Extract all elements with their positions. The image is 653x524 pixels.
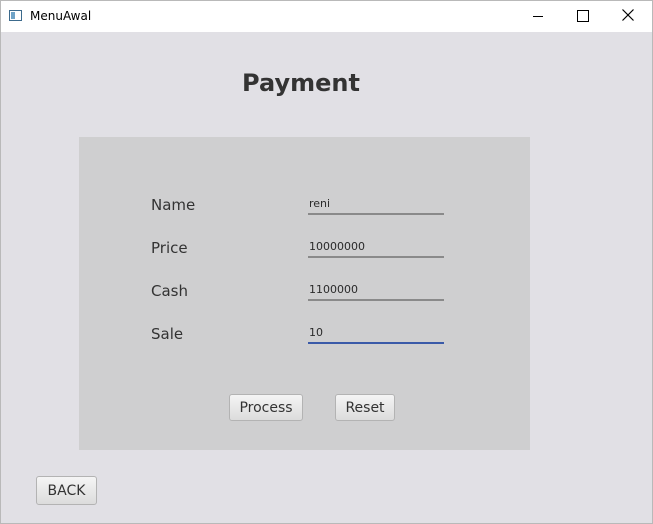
app-window: MenuAwal Payment Name Price Cash Sale Pr… [0, 0, 653, 524]
cash-label: Cash [151, 282, 188, 300]
window-title: MenuAwal [30, 9, 92, 23]
back-button[interactable]: BACK [36, 476, 97, 505]
title-bar[interactable]: MenuAwal [1, 1, 652, 32]
sale-field[interactable] [308, 322, 444, 344]
cash-field[interactable] [308, 279, 444, 301]
content-area: Payment Name Price Cash Sale Process Res… [1, 32, 652, 523]
process-button[interactable]: Process [229, 394, 303, 421]
maximize-button[interactable] [559, 1, 605, 32]
page-title: Payment [242, 69, 360, 97]
name-field[interactable] [308, 193, 444, 215]
app-window-icon [9, 10, 22, 21]
close-button[interactable] [605, 1, 651, 32]
reset-button[interactable]: Reset [335, 394, 395, 421]
minimize-button[interactable] [514, 1, 560, 32]
sale-label: Sale [151, 325, 184, 343]
name-label: Name [151, 196, 196, 214]
payment-form-panel: Name Price Cash Sale Process Reset [79, 137, 530, 450]
price-field[interactable] [308, 236, 444, 258]
close-icon [622, 9, 634, 21]
price-label: Price [151, 239, 188, 257]
